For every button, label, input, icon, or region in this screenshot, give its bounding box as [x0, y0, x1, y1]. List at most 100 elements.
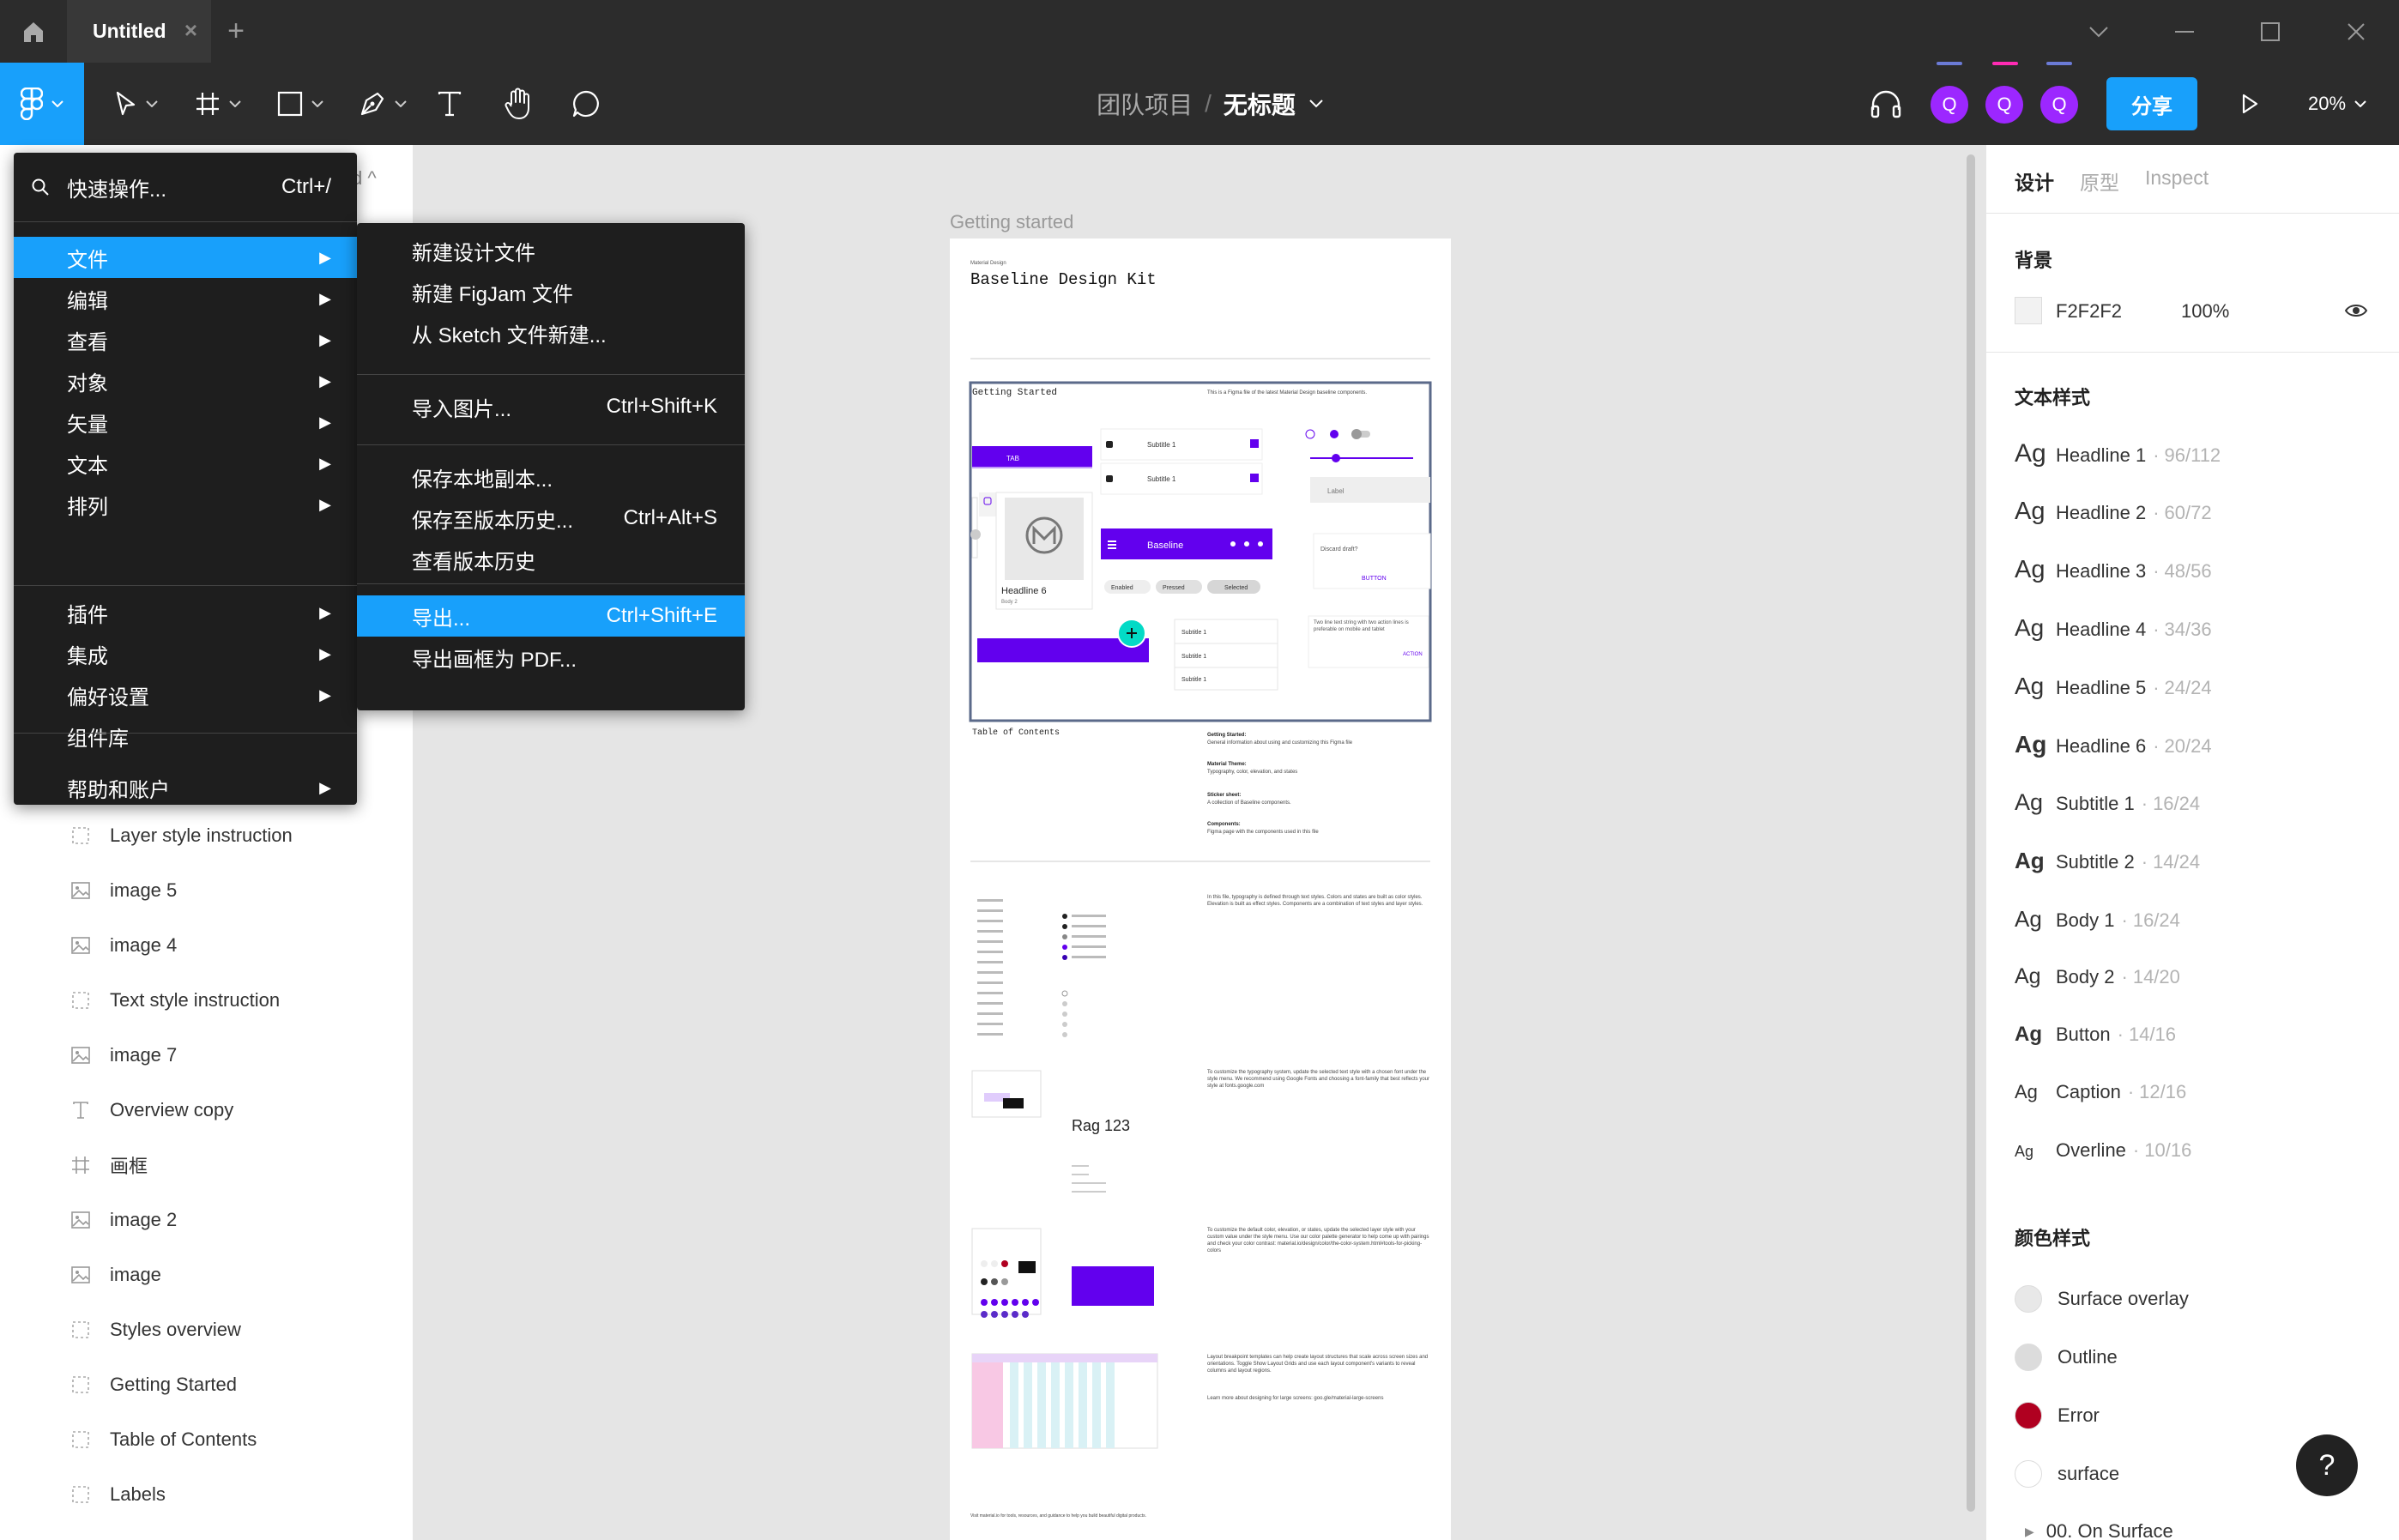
- main-menu-item[interactable]: 集成 ▶: [14, 633, 357, 674]
- file-menu-item[interactable]: 保存本地副本...: [357, 456, 745, 498]
- new-tab-icon[interactable]: +: [221, 14, 251, 48]
- background-swatch[interactable]: [2015, 297, 2042, 324]
- layer-row[interactable]: Table of Contents: [0, 1412, 412, 1467]
- layer-name: Overview copy: [110, 1099, 234, 1120]
- present-button[interactable]: [2234, 63, 2265, 145]
- background-hex[interactable]: F2F2F2: [2056, 300, 2122, 323]
- layer-row[interactable]: image 2: [0, 1193, 412, 1247]
- breadcrumb-file-name[interactable]: 无标题: [1224, 87, 1296, 121]
- main-menu-item[interactable]: 帮助和账户 ▶: [14, 767, 357, 808]
- text-style-row[interactable]: Ag Headline 2 · 60/72: [2015, 498, 2375, 532]
- file-menu-item[interactable]: 从 Sketch 文件新建...: [357, 312, 745, 353]
- file-tab[interactable]: Untitled ×: [67, 0, 211, 63]
- chevron-down-icon[interactable]: [1309, 100, 1323, 108]
- comment-tool-button[interactable]: [568, 63, 604, 145]
- frame-tool-button[interactable]: [187, 63, 249, 145]
- layer-row[interactable]: Styles overview: [0, 1302, 412, 1357]
- audio-button[interactable]: [1867, 63, 1905, 145]
- menu-item-label: 插件: [67, 603, 108, 627]
- breadcrumb: 团队项目 / 无标题: [1030, 63, 1390, 145]
- zoom-dropdown[interactable]: 20%: [2308, 63, 2394, 145]
- chevron-down-icon[interactable]: [2082, 15, 2116, 48]
- text-style-row[interactable]: Ag Subtitle 2 · 14/24: [2015, 848, 2375, 882]
- file-menu-item[interactable]: 保存至版本历史... Ctrl+Alt+S: [357, 498, 745, 539]
- home-button[interactable]: [0, 0, 67, 63]
- hand-tool-button[interactable]: [499, 63, 537, 145]
- layer-row[interactable]: image 4: [0, 918, 412, 973]
- text-style-row[interactable]: Ag Button · 14/16: [2015, 1023, 2375, 1057]
- text-style-row[interactable]: Ag Headline 3 · 48/56: [2015, 556, 2375, 590]
- tab-label: TAB: [1006, 455, 1019, 462]
- main-menu-button[interactable]: [0, 63, 84, 145]
- tab-design[interactable]: 设计: [2015, 166, 2054, 196]
- quick-actions-item[interactable]: 快速操作... Ctrl+/: [14, 166, 357, 208]
- text-style-row[interactable]: Ag Subtitle 1 · 16/24: [2015, 789, 2375, 824]
- text-tool-button[interactable]: [432, 63, 467, 145]
- file-menu-item[interactable]: 新建 FigJam 文件: [357, 271, 745, 312]
- breadcrumb-team[interactable]: 团队项目: [1097, 87, 1193, 121]
- quick-actions-label: 快速操作...: [67, 178, 167, 202]
- main-menu-item[interactable]: 文本 ▶: [14, 443, 357, 484]
- maximize-icon[interactable]: [2253, 15, 2287, 48]
- text-style-row[interactable]: Ag Headline 5 · 24/24: [2015, 673, 2375, 707]
- text-style-row[interactable]: Ag Headline 1 · 96/112: [2015, 439, 2375, 474]
- file-menu-item[interactable]: 导出... Ctrl+Shift+E: [357, 595, 745, 637]
- text-style-row[interactable]: Ag Headline 6 · 20/24: [2015, 731, 2375, 765]
- text-style-separator: ·: [2117, 1024, 2124, 1045]
- layer-row[interactable]: image: [0, 1247, 412, 1302]
- tab-prototype[interactable]: 原型: [2080, 166, 2119, 196]
- color-style-row[interactable]: Surface overlay: [2015, 1282, 2375, 1316]
- avatar[interactable]: Q: [1985, 86, 2023, 124]
- text-style-row[interactable]: Ag Body 1 · 16/24: [2015, 906, 2375, 940]
- text-style-preview: Ag: [2015, 614, 2045, 641]
- color-group-row[interactable]: ▶ 00. On Surface: [2025, 1520, 2173, 1540]
- main-menu-item[interactable]: 查看 ▶: [14, 319, 357, 360]
- move-tool-button[interactable]: [106, 63, 166, 145]
- main-menu-item[interactable]: 排列 ▶: [14, 484, 357, 525]
- text-style-row[interactable]: Ag Body 2 · 14/20: [2015, 964, 2375, 999]
- color-style-row[interactable]: Outline: [2015, 1340, 2375, 1374]
- text-style-row[interactable]: Ag Overline · 10/16: [2015, 1139, 2375, 1174]
- canvas-scrollbar[interactable]: [1967, 154, 1975, 1512]
- main-menu-item[interactable]: 编辑 ▶: [14, 278, 357, 319]
- close-tab-icon[interactable]: ×: [184, 19, 197, 41]
- help-button[interactable]: ?: [2296, 1434, 2358, 1496]
- main-menu-item[interactable]: 对象 ▶: [14, 360, 357, 402]
- background-opacity[interactable]: 100%: [2181, 300, 2229, 323]
- layer-row[interactable]: Getting Started: [0, 1357, 412, 1412]
- text-style-row[interactable]: Ag Caption · 12/16: [2015, 1081, 2375, 1115]
- headphones-icon: [1870, 90, 1901, 118]
- layer-row[interactable]: Labels: [0, 1467, 412, 1522]
- layer-row[interactable]: Text style instruction: [0, 973, 412, 1028]
- text-style-separator: ·: [2141, 851, 2148, 873]
- main-menu-item[interactable]: 插件 ▶: [14, 592, 357, 633]
- shape-tool-button[interactable]: [269, 63, 331, 145]
- text-style-row[interactable]: Ag Headline 4 · 34/36: [2015, 614, 2375, 649]
- share-button[interactable]: 分享: [2106, 77, 2197, 130]
- main-menu-item[interactable]: 组件库: [14, 716, 357, 757]
- file-menu-item[interactable]: 导入图片... Ctrl+Shift+K: [357, 386, 745, 427]
- main-menu-item[interactable]: 矢量 ▶: [14, 402, 357, 443]
- main-menu-item[interactable]: 偏好设置 ▶: [14, 674, 357, 716]
- file-menu-item[interactable]: 导出画框为 PDF...: [357, 637, 745, 678]
- submenu-arrow-icon: ▶: [319, 685, 331, 704]
- file-menu-item[interactable]: 新建设计文件: [357, 230, 745, 271]
- color-style-row[interactable]: Error: [2015, 1398, 2375, 1433]
- close-window-icon[interactable]: [2339, 15, 2373, 48]
- main-menu-item[interactable]: 文件 ▶: [14, 237, 357, 278]
- layer-name: image: [110, 1264, 161, 1285]
- eye-icon[interactable]: [2344, 302, 2368, 323]
- avatar[interactable]: Q: [2040, 86, 2078, 124]
- pen-tool-button[interactable]: [352, 63, 414, 145]
- minimize-icon[interactable]: [2167, 15, 2202, 48]
- frame-label[interactable]: Getting started: [950, 211, 1073, 233]
- layer-row[interactable]: image 7: [0, 1028, 412, 1083]
- layer-row[interactable]: Layer style instruction: [0, 808, 412, 863]
- layer-row[interactable]: Overview copy: [0, 1083, 412, 1138]
- file-menu-item[interactable]: 查看版本历史: [357, 539, 745, 580]
- layer-row[interactable]: 画框: [0, 1138, 412, 1193]
- getting-started-frame[interactable]: Material Design Baseline Design Kit Gett…: [950, 239, 1451, 1540]
- avatar[interactable]: Q: [1931, 86, 1968, 124]
- tab-inspect[interactable]: Inspect: [2145, 166, 2209, 190]
- layer-row[interactable]: image 5: [0, 863, 412, 918]
